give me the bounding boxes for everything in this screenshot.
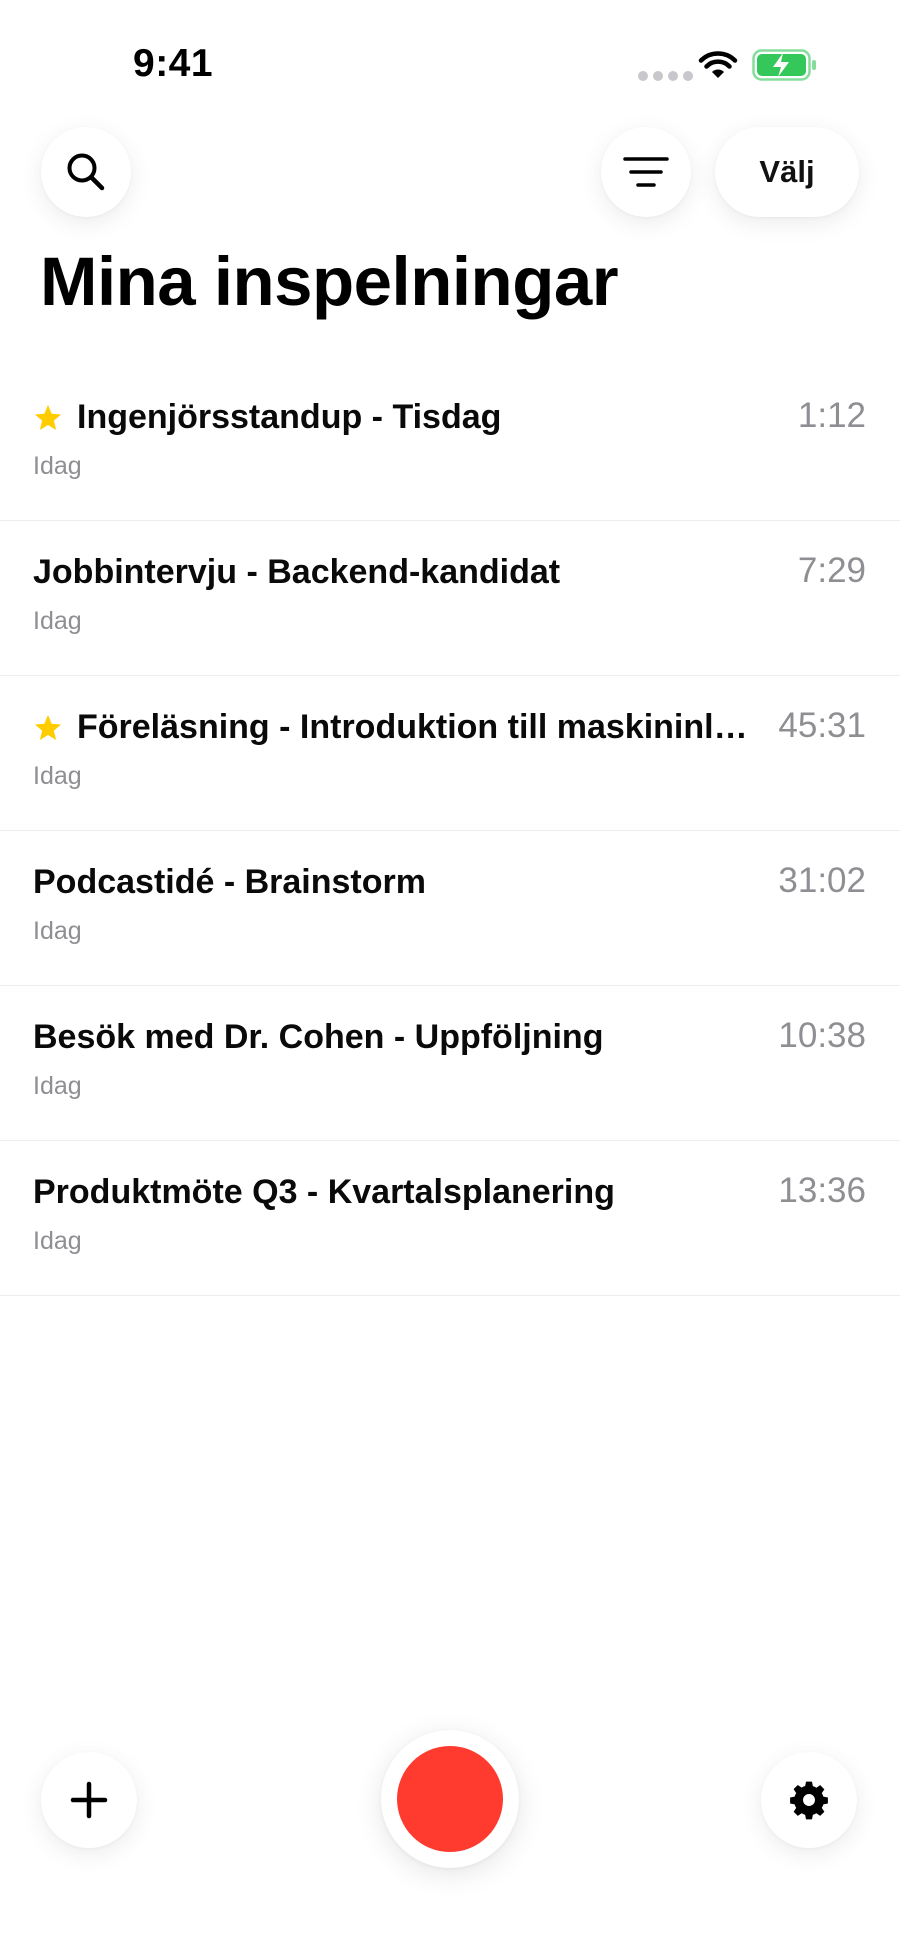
plus-icon <box>70 1781 108 1819</box>
recording-title: Ingenjörsstandup - Tisdag <box>77 398 502 436</box>
add-button[interactable] <box>41 1752 137 1848</box>
recording-date: Idag <box>33 1227 82 1255</box>
recording-item[interactable]: Jobbintervju - Backend-kandidat Idag 7:2… <box>0 521 900 676</box>
wifi-icon <box>698 51 738 78</box>
gear-icon <box>790 1781 828 1820</box>
status-bar: 9:41 <box>0 0 900 130</box>
recording-date: Idag <box>33 917 82 945</box>
status-time: 9:41 <box>133 42 214 85</box>
recording-title: Föreläsning - Introduktion till maskinin… <box>77 708 753 746</box>
recording-title: Besök med Dr. Cohen - Uppföljning <box>33 1018 604 1056</box>
filter-icon <box>623 157 669 187</box>
recording-date: Idag <box>33 607 82 635</box>
settings-button[interactable] <box>761 1752 857 1848</box>
recording-title: Produktmöte Q3 - Kvartalsplanering <box>33 1173 615 1211</box>
recording-item[interactable]: Produktmöte Q3 - Kvartalsplanering Idag … <box>0 1141 900 1296</box>
recording-duration: 13:36 <box>778 1171 866 1210</box>
select-button[interactable]: Välj <box>715 127 859 217</box>
recording-date: Idag <box>33 452 82 480</box>
recording-duration: 10:38 <box>778 1016 866 1055</box>
recording-date: Idag <box>33 1072 82 1100</box>
recording-item[interactable]: Föreläsning - Introduktion till maskinin… <box>0 676 900 831</box>
recording-duration: 1:12 <box>797 396 866 435</box>
recording-date: Idag <box>33 762 82 790</box>
search-icon <box>67 153 105 191</box>
recordings-list: Ingenjörsstandup - Tisdag Idag 1:12 Jobb… <box>0 366 900 1296</box>
record-icon <box>397 1746 503 1852</box>
star-icon <box>34 714 62 740</box>
recording-item[interactable]: Podcastidé - Brainstorm Idag 31:02 <box>0 831 900 986</box>
recording-item[interactable]: Besök med Dr. Cohen - Uppföljning Idag 1… <box>0 986 900 1141</box>
recording-title: Podcastidé - Brainstorm <box>33 863 426 901</box>
signal-icon <box>638 71 693 81</box>
record-button[interactable] <box>381 1730 519 1868</box>
battery-charging-icon <box>752 49 816 81</box>
recording-title: Jobbintervju - Backend-kandidat <box>33 553 561 591</box>
page-title: Mina inspelningar <box>40 243 619 320</box>
recording-item[interactable]: Ingenjörsstandup - Tisdag Idag 1:12 <box>0 366 900 521</box>
recording-duration: 31:02 <box>778 861 866 900</box>
filter-button[interactable] <box>601 127 691 217</box>
star-icon <box>34 404 62 430</box>
search-button[interactable] <box>41 127 131 217</box>
recording-duration: 7:29 <box>797 551 866 590</box>
recording-duration: 45:31 <box>778 706 866 745</box>
